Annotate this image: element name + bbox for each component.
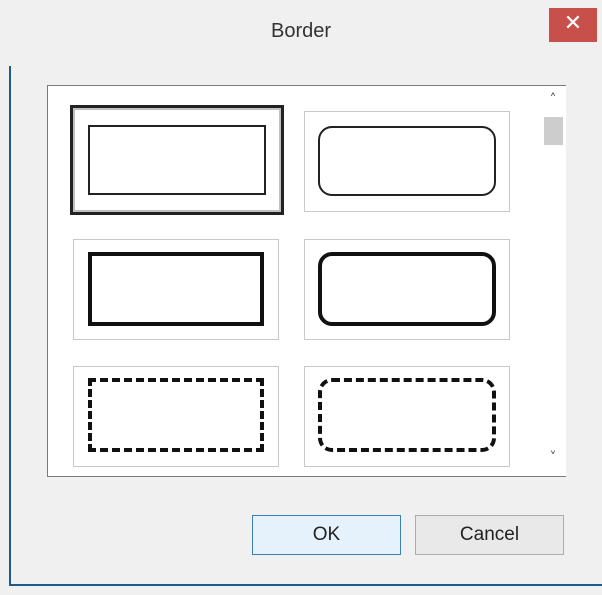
border-option-thick-square[interactable]	[73, 239, 279, 340]
dialog-title: Border	[270, 20, 332, 42]
border-option-dashed-rounded[interactable]	[304, 366, 510, 467]
close-icon: ✕	[563, 11, 583, 36]
thin-square-border-preview	[88, 125, 266, 195]
thick-square-border-preview	[88, 252, 264, 326]
scroll-down-icon[interactable]: ˅	[540, 450, 566, 466]
window-frame-bottom	[9, 584, 602, 586]
scroll-thumb[interactable]	[544, 117, 563, 145]
dialog-body: ˄ ˅ OK Cancel	[11, 66, 599, 582]
thick-rounded-border-preview	[318, 252, 496, 326]
cancel-button[interactable]: Cancel	[415, 515, 564, 555]
border-option-thick-rounded[interactable]	[304, 239, 510, 340]
close-button[interactable]: ✕	[549, 8, 597, 42]
border-option-thin-rounded[interactable]	[304, 111, 510, 212]
dashed-square-border-preview	[88, 378, 264, 452]
border-style-list[interactable]	[47, 85, 540, 477]
scroll-up-icon[interactable]: ˄	[540, 92, 566, 108]
dashed-rounded-border-preview	[318, 378, 496, 452]
vertical-scrollbar[interactable]: ˄ ˅	[540, 85, 566, 477]
border-dialog: Border ✕ ˄ ˅ OK Cancel	[0, 0, 602, 595]
thin-rounded-border-preview	[318, 126, 496, 196]
border-option-thin-square[interactable]	[70, 105, 284, 215]
ok-button[interactable]: OK	[252, 515, 401, 555]
border-option-dashed-square[interactable]	[73, 366, 279, 467]
title-bar[interactable]: Border ✕	[0, 0, 602, 66]
